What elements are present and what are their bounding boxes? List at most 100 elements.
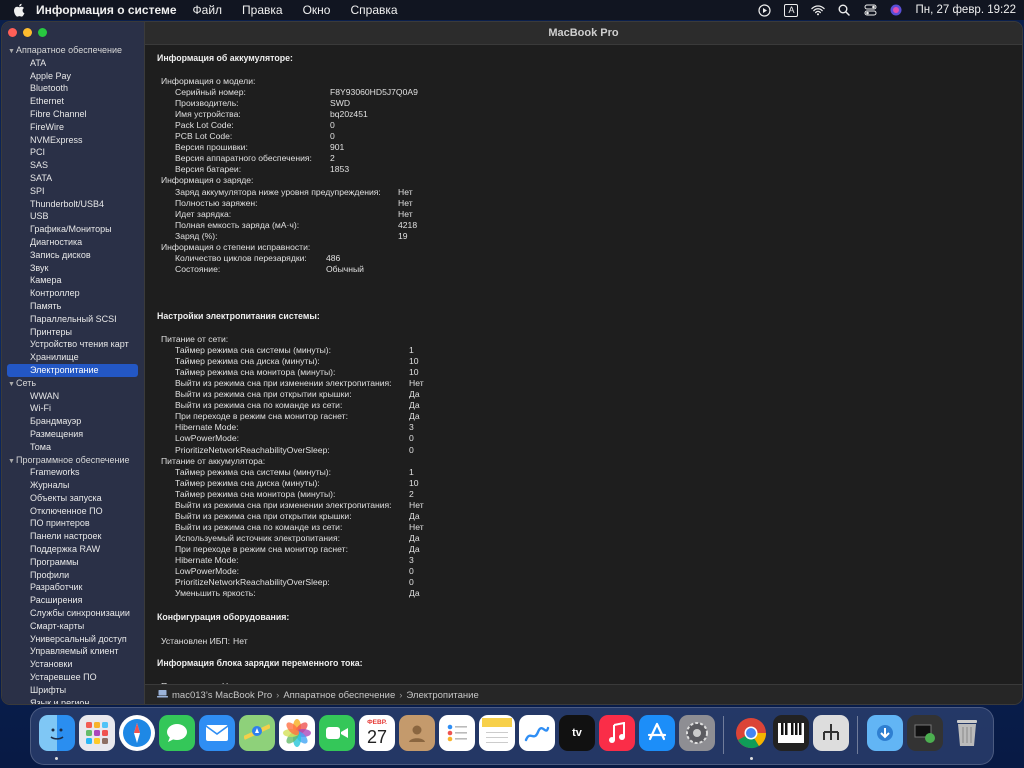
sidebar-item[interactable]: Параллельный SCSI	[2, 313, 144, 326]
reminders-icon[interactable]	[439, 715, 475, 751]
mail-icon[interactable]	[199, 715, 235, 751]
sidebar-item[interactable]: Thunderbolt/USB4	[2, 198, 144, 211]
sidebar-item[interactable]: Универсальный доступ	[2, 633, 144, 646]
app-menu[interactable]: Информация о системе	[36, 3, 177, 17]
sidebar-item[interactable]: Управляемый клиент	[2, 645, 144, 658]
sidebar-item[interactable]: Службы синхронизации	[2, 607, 144, 620]
sidebar-item[interactable]: SPI	[2, 185, 144, 198]
sidebar-item[interactable]: Программы	[2, 556, 144, 569]
path-item[interactable]: Электропитание	[406, 690, 478, 701]
sidebar-item[interactable]: Apple Pay	[2, 70, 144, 83]
wifi-icon[interactable]	[811, 3, 826, 17]
sidebar-item[interactable]: Тома	[2, 441, 144, 454]
sidebar-item[interactable]: Объекты запуска	[2, 492, 144, 505]
sidebar-item[interactable]: SAS	[2, 159, 144, 172]
sidebar-item[interactable]: Смарт-карты	[2, 620, 144, 633]
search-icon[interactable]	[837, 3, 851, 17]
sidebar-item[interactable]: Поддержка RAW	[2, 543, 144, 556]
menu-window[interactable]: Окно	[303, 3, 331, 17]
minimize-button[interactable]	[23, 28, 32, 37]
sidebar-item[interactable]: Устройство чтения карт	[2, 338, 144, 351]
siri-icon[interactable]	[889, 3, 903, 17]
chevron-down-icon[interactable]: ▼	[8, 379, 16, 392]
sidebar-item[interactable]: FireWire	[2, 121, 144, 134]
menu-edit[interactable]: Правка	[242, 3, 283, 17]
sidebar-item[interactable]: Память	[2, 300, 144, 313]
maps-icon[interactable]	[239, 715, 275, 751]
menubar-clock[interactable]: Пн, 27 февр. 19:22	[915, 4, 1016, 16]
chrome-icon[interactable]	[733, 715, 769, 751]
menu-help[interactable]: Справка	[350, 3, 397, 17]
sidebar-item[interactable]: Шрифты	[2, 684, 144, 697]
sidebar-item[interactable]: Bluetooth	[2, 82, 144, 95]
ac-charger-title: Информация блока зарядки переменного ток…	[157, 658, 363, 668]
zoom-button[interactable]	[38, 28, 47, 37]
sidebar-item[interactable]: ПО принтеров	[2, 517, 144, 530]
notes-icon[interactable]	[479, 715, 515, 751]
downloads-folder-icon[interactable]	[867, 715, 903, 751]
freeform-icon[interactable]	[519, 715, 555, 751]
sidebar-item[interactable]: Брандмауэр	[2, 415, 144, 428]
system-information-window: ▼Аппаратное обеспечение ATA Apple Pay Bluet…	[2, 22, 1022, 704]
network-utility-icon[interactable]	[813, 715, 849, 751]
property-label: Состояние:	[175, 263, 221, 274]
sidebar-item[interactable]: Язык и регион	[2, 697, 144, 704]
chevron-down-icon[interactable]: ▼	[8, 46, 16, 59]
sidebar-item[interactable]: ATA	[2, 57, 144, 70]
sidebar-item[interactable]: Принтеры	[2, 326, 144, 339]
sidebar-item[interactable]: Профили	[2, 569, 144, 582]
sidebar-item[interactable]: Разработчик	[2, 581, 144, 594]
sidebar-item[interactable]: Устаревшее ПО	[2, 671, 144, 684]
finder-icon[interactable]	[39, 715, 75, 751]
photos-icon[interactable]	[279, 715, 315, 751]
sidebar-item[interactable]: Ethernet	[2, 95, 144, 108]
sidebar-item[interactable]: Журналы	[2, 479, 144, 492]
sidebar-item[interactable]: Звук	[2, 262, 144, 275]
app-store-icon[interactable]	[639, 715, 675, 751]
music-icon[interactable]	[599, 715, 635, 751]
sidebar-item[interactable]: SATA	[2, 172, 144, 185]
sidebar-item[interactable]: Диагностика	[2, 236, 144, 249]
sidebar-item[interactable]: Wi-Fi	[2, 402, 144, 415]
contacts-icon[interactable]	[399, 715, 435, 751]
piano-app-icon[interactable]	[773, 715, 809, 751]
close-button[interactable]	[8, 28, 17, 37]
path-computer[interactable]: mac013’s MacBook Pro	[172, 690, 272, 701]
messages-icon[interactable]	[159, 715, 195, 751]
sidebar-item[interactable]: Frameworks	[2, 466, 144, 479]
sidebar-item[interactable]: PCI	[2, 146, 144, 159]
sidebar-item[interactable]: NVMExpress	[2, 134, 144, 147]
sidebar-item[interactable]: Электропитание	[7, 363, 138, 377]
control-center-icon[interactable]	[863, 3, 877, 17]
facetime-icon[interactable]	[319, 715, 355, 751]
sidebar-item[interactable]: Контроллер	[2, 287, 144, 300]
sidebar-item[interactable]: Расширения	[2, 594, 144, 607]
sidebar-item[interactable]: Установки	[2, 658, 144, 671]
chevron-down-icon[interactable]: ▼	[8, 456, 16, 469]
sidebar-item[interactable]: Запись дисков	[2, 249, 144, 262]
apple-menu-icon[interactable]	[12, 3, 26, 17]
calendar-icon[interactable]: ФЕВР. 27	[359, 715, 395, 751]
system-settings-icon[interactable]	[679, 715, 715, 751]
sidebar-item[interactable]: Размещения	[2, 428, 144, 441]
sidebar-item[interactable]: Панели настроек	[2, 530, 144, 543]
software-group[interactable]: ▼Программное обеспечение	[2, 454, 144, 467]
safari-icon[interactable]	[119, 715, 155, 751]
keyboard-layout-icon[interactable]: A	[783, 3, 799, 17]
network-group[interactable]: ▼Сеть	[2, 377, 144, 390]
sidebar-item[interactable]: WWAN	[2, 390, 144, 403]
sidebar-item[interactable]: Камера	[2, 274, 144, 287]
launchpad-icon[interactable]	[79, 715, 115, 751]
sidebar-item[interactable]: Отключенное ПО	[2, 505, 144, 518]
sidebar-item[interactable]: Fibre Channel	[2, 108, 144, 121]
sidebar-item[interactable]: Хранилище	[2, 351, 144, 364]
apple-tv-icon[interactable]: tv	[559, 715, 595, 751]
menu-file[interactable]: Файл	[193, 3, 223, 17]
path-category[interactable]: Аппаратное обеспечение	[283, 690, 395, 701]
hardware-group[interactable]: ▼Аппаратное обеспечение	[2, 44, 144, 57]
play-icon[interactable]	[757, 3, 771, 17]
sidebar-item[interactable]: Графика/Мониторы	[2, 223, 144, 236]
screenshot-stack-icon[interactable]	[907, 715, 943, 751]
trash-icon[interactable]	[949, 715, 985, 751]
sidebar-item[interactable]: USB	[2, 210, 144, 223]
